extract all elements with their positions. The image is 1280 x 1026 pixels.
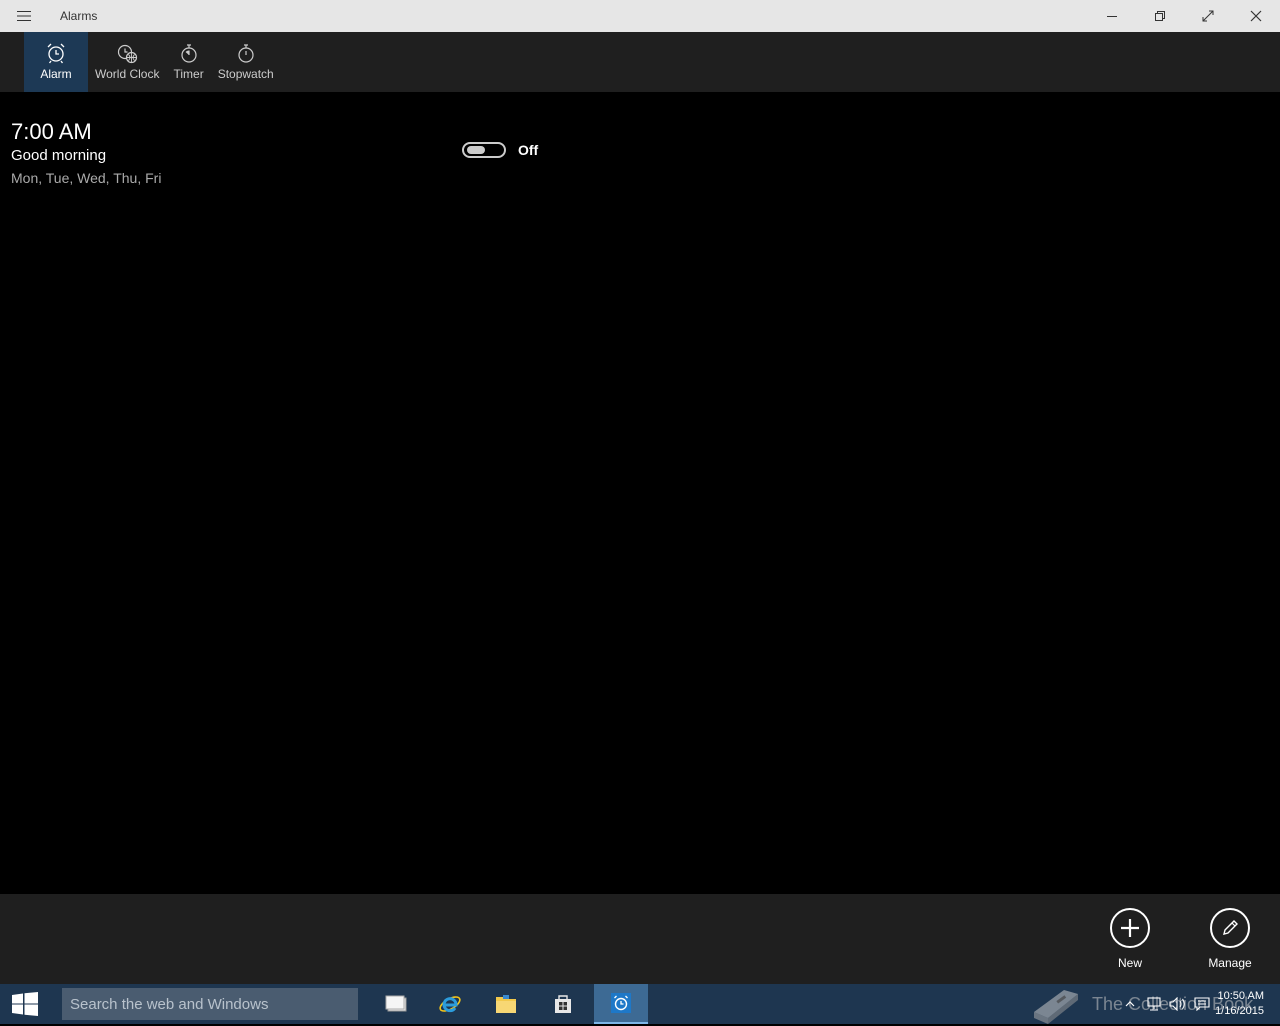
tab-timer-label: Timer [173, 67, 204, 81]
new-button-circle [1110, 908, 1150, 948]
system-tray: 10:50 AM 1/16/2015 [1118, 984, 1280, 1024]
close-button[interactable] [1232, 0, 1280, 32]
tab-alarm-label: Alarm [40, 67, 72, 81]
toggle-state-label: Off [518, 142, 539, 158]
pencil-icon [1223, 920, 1238, 935]
speaker-icon [1169, 997, 1185, 1011]
task-view-icon [385, 995, 407, 1012]
alarm-toggle-switch[interactable]: Off [462, 142, 538, 158]
fullscreen-button[interactable] [1184, 0, 1232, 32]
tab-alarm[interactable]: Alarm [24, 32, 88, 92]
close-icon [1250, 10, 1262, 22]
search-placeholder: Search the web and Windows [70, 995, 269, 1013]
minimize-icon [1107, 16, 1117, 17]
new-button-label: New [1117, 956, 1142, 970]
book-logo-icon [1034, 990, 1078, 1024]
manage-alarms-button[interactable]: Manage [1195, 908, 1265, 970]
taskbar-clock[interactable]: 10:50 AM 1/16/2015 [1214, 989, 1280, 1019]
command-bar: New Manage [0, 894, 1280, 984]
taskbar-task-view[interactable] [369, 984, 423, 1024]
tab-stopwatch[interactable]: Stopwatch [211, 32, 281, 92]
manage-button-circle [1210, 908, 1250, 948]
alarm-time: 7:00 AM [11, 119, 92, 144]
file-explorer-icon [496, 995, 516, 1013]
clock-time: 10:50 AM [1217, 990, 1264, 1002]
taskbar-alarms-app[interactable] [594, 984, 648, 1024]
windows-logo-icon [12, 992, 38, 1016]
alarm-clock-icon [47, 43, 65, 64]
restore-icon [1155, 11, 1165, 21]
tray-network[interactable] [1142, 984, 1166, 1024]
timer-icon [180, 44, 197, 63]
notification-icon [1194, 997, 1210, 1011]
world-clock-icon [118, 44, 138, 64]
expand-icon [1202, 10, 1214, 22]
chevron-up-icon [1125, 1001, 1135, 1007]
internet-explorer-icon [439, 996, 461, 1013]
window-title: Alarms [60, 9, 98, 23]
title-bar: Alarms [0, 0, 1280, 32]
stopwatch-icon [238, 44, 254, 63]
alarms-app-icon [611, 993, 631, 1013]
plus-icon [1121, 919, 1139, 937]
taskbar: Search the web and Windows The Collectio… [0, 984, 1280, 1024]
tab-timer[interactable]: Timer [166, 32, 210, 92]
minimize-button[interactable] [1088, 0, 1136, 32]
taskbar-internet-explorer[interactable] [423, 984, 477, 1024]
new-alarm-button[interactable]: New [1095, 908, 1165, 970]
network-icon [1147, 997, 1161, 1011]
start-button[interactable] [0, 984, 50, 1024]
alarm-list-item[interactable]: 7:00 AM Good morning Mon, Tue, Wed, Thu,… [11, 118, 161, 188]
alarm-days: Mon, Tue, Wed, Thu, Fri [11, 170, 162, 186]
tray-overflow-button[interactable] [1118, 984, 1142, 1024]
tray-action-center[interactable] [1190, 984, 1214, 1024]
window-controls [1088, 0, 1280, 32]
tab-bar: Alarm World Clock Timer Stopwatch [0, 32, 1280, 92]
hamburger-icon [17, 11, 31, 21]
restore-button[interactable] [1136, 0, 1184, 32]
toggle-knob [467, 146, 485, 154]
taskbar-store[interactable] [536, 984, 590, 1024]
hamburger-menu-button[interactable] [0, 0, 48, 32]
toggle-track[interactable] [462, 142, 506, 158]
alarm-name: Good morning [11, 147, 107, 164]
clock-date: 1/16/2015 [1215, 1005, 1264, 1017]
store-icon [555, 995, 571, 1013]
tab-world-clock-label: World Clock [95, 67, 160, 81]
tab-world-clock[interactable]: World Clock [88, 32, 166, 92]
taskbar-file-explorer[interactable] [479, 984, 533, 1024]
tray-volume[interactable] [1166, 984, 1190, 1024]
tab-stopwatch-label: Stopwatch [217, 67, 274, 81]
manage-button-label: Manage [1208, 956, 1252, 970]
taskbar-search-box[interactable]: Search the web and Windows [62, 988, 358, 1020]
